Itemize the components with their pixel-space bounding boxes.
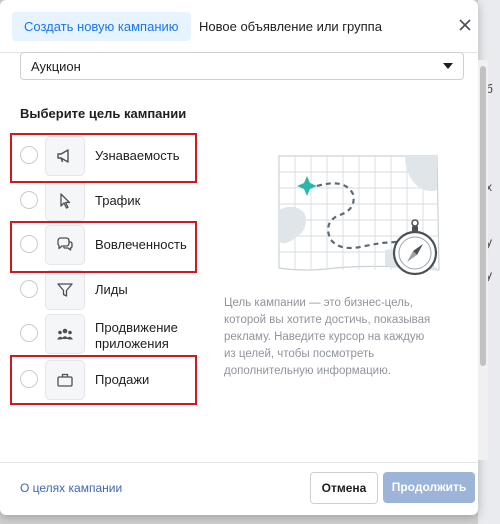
objective-engagement[interactable]: Вовлеченность (20, 225, 200, 265)
scrollbar-thumb[interactable] (480, 66, 486, 366)
description-line: из целей, чтобы посмотреть (224, 348, 375, 360)
objective-label: Продвижение приложения (95, 320, 178, 352)
objective-sales[interactable]: Продажи (20, 360, 200, 400)
section-title: Выберите цель кампании (20, 106, 187, 121)
objective-label-line1: Продвижение (95, 320, 178, 335)
about-objectives-link[interactable]: О целях кампании (20, 481, 122, 495)
objective-label: Лиды (95, 282, 128, 297)
objective-radio[interactable] (20, 235, 38, 253)
tab-new-ad-or-group[interactable]: Новое объявление или группа (199, 12, 382, 41)
objective-label-line2: приложения (95, 336, 169, 351)
map-icon (278, 155, 440, 276)
description-line: которой вы хотите достичь, показывая (224, 314, 431, 326)
objective-radio[interactable] (20, 280, 38, 298)
objective-awareness[interactable]: Узнаваемость (20, 136, 200, 176)
objective-label: Узнаваемость (95, 148, 180, 163)
description-line: дополнительную информацию. (224, 365, 391, 377)
objective-radio[interactable] (20, 191, 38, 209)
objective-leads[interactable]: Лиды (20, 270, 200, 310)
objective-radio[interactable] (20, 324, 38, 342)
objective-label: Продажи (95, 372, 150, 387)
people-icon (45, 314, 85, 354)
objective-label: Вовлеченность (95, 237, 187, 252)
megaphone-icon (45, 136, 85, 176)
create-campaign-dialog: Создать новую кампанию Новое объявление … (0, 0, 478, 515)
close-icon[interactable] (454, 14, 476, 36)
funnel-icon (45, 270, 85, 310)
objective-radio[interactable] (20, 370, 38, 388)
buying-type-value: Аукцион (31, 59, 81, 74)
buying-type-select[interactable]: Аукцион (20, 52, 464, 80)
objective-traffic[interactable]: Трафик (20, 181, 200, 221)
objective-radio[interactable] (20, 146, 38, 164)
dialog-footer: О целях кампании Отмена Продолжить (0, 462, 478, 515)
objective-app-promotion[interactable]: Продвижение приложения (20, 314, 200, 354)
description-line: рекламу. Наведите курсор на каждую (224, 331, 425, 343)
cursor-icon (45, 181, 85, 221)
chevron-down-icon (443, 63, 453, 69)
briefcase-icon (45, 360, 85, 400)
dialog-tabs: Создать новую кампанию Новое объявление … (0, 0, 478, 53)
objective-description: Цель кампании — это бизнес-цель, которой… (224, 295, 464, 380)
tab-create-campaign[interactable]: Создать новую кампанию (12, 12, 191, 41)
cancel-button[interactable]: Отмена (310, 472, 378, 504)
chat-bubble-icon (45, 225, 85, 265)
objective-label: Трафик (95, 193, 141, 208)
scrollbar[interactable] (478, 60, 488, 460)
description-line: Цель кампании — это бизнес-цель, (224, 297, 414, 309)
continue-button[interactable]: Продолжить (383, 472, 475, 503)
